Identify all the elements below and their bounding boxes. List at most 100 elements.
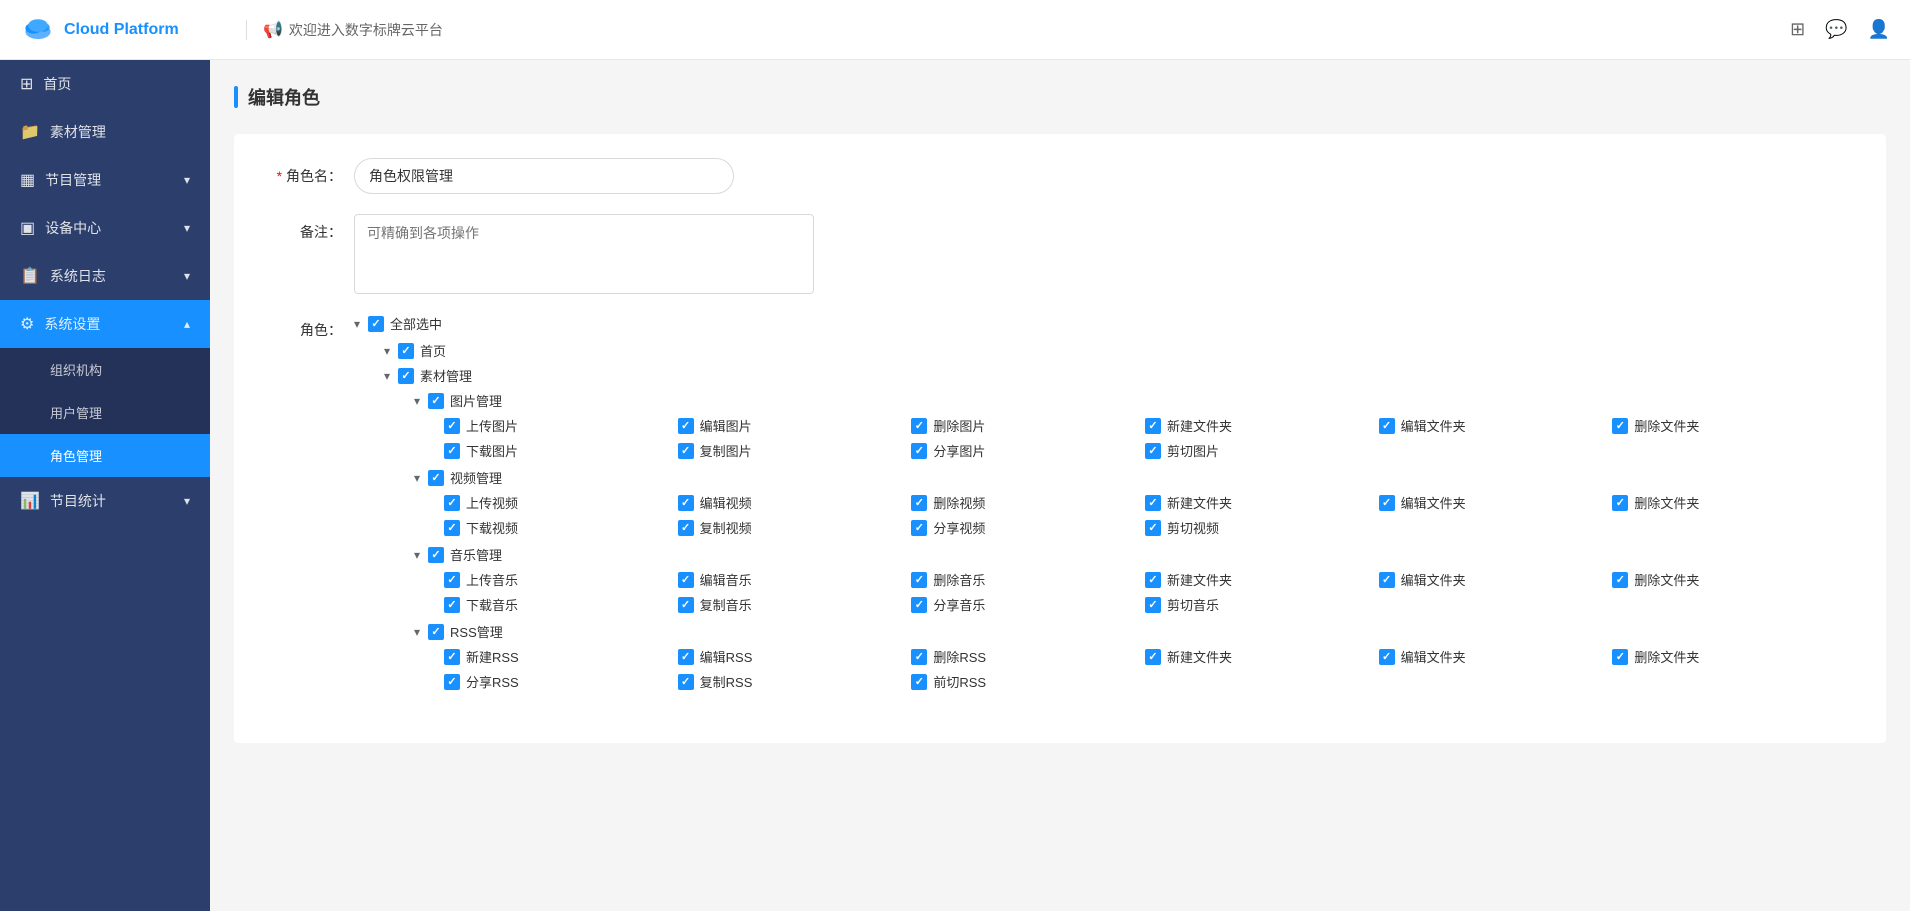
perm-delete-music[interactable]: 删除音乐 <box>911 570 1145 589</box>
role-name-input[interactable] <box>354 158 734 194</box>
perm-share-music[interactable]: 分享音乐 <box>911 595 1145 614</box>
perm-cut-image[interactable]: 剪切图片 <box>1145 441 1379 460</box>
page-header: 编辑角色 <box>234 84 1886 110</box>
stats-chevron: ▾ <box>184 494 190 508</box>
perm-download-music[interactable]: 下载音乐 <box>444 595 678 614</box>
perm-cut-video[interactable]: 剪切视频 <box>1145 518 1379 537</box>
images-chevron[interactable]: ▾ <box>414 394 420 408</box>
sidebar-item-home[interactable]: ⊞ 首页 <box>0 60 210 108</box>
header: Cloud Platform 📢 欢迎进入数字标牌云平台 ⊞ 💬 👤 <box>0 0 1910 60</box>
videos-box <box>428 470 444 486</box>
perm-delete-rss[interactable]: 删除RSS <box>911 647 1145 666</box>
perm-edit-folder-rss[interactable]: 编辑文件夹 <box>1379 647 1613 666</box>
music-header: ▾ 音乐管理 <box>414 545 1846 564</box>
programs-chevron: ▾ <box>184 173 190 187</box>
settings-chevron: ▴ <box>184 317 190 331</box>
assets-module-label: 素材管理 <box>420 366 472 385</box>
videos-chevron[interactable]: ▾ <box>414 471 420 485</box>
sidebar-sub-users[interactable]: 用户管理 <box>0 391 210 434</box>
header-welcome: 📢 欢迎进入数字标牌云平台 <box>263 20 443 40</box>
perm-copy-rss[interactable]: 复制RSS <box>678 672 912 691</box>
select-all-checkbox[interactable]: 全部选中 <box>368 314 442 333</box>
perm-new-folder-video[interactable]: 新建文件夹 <box>1145 493 1379 512</box>
sidebar-sub-org[interactable]: 组织机构 <box>0 348 210 391</box>
remark-label: 备注： <box>274 214 354 242</box>
perm-share-image[interactable]: 分享图片 <box>911 441 1145 460</box>
perm-cut-music[interactable]: 剪切音乐 <box>1145 595 1379 614</box>
music-box <box>428 547 444 563</box>
perm-new-folder-image[interactable]: 新建文件夹 <box>1145 416 1379 435</box>
sidebar-item-programs-label: 节目管理 <box>45 170 101 190</box>
assets-module-box <box>398 368 414 384</box>
sidebar-item-assets[interactable]: 📁 素材管理 <box>0 108 210 156</box>
perm-edit-folder-music[interactable]: 编辑文件夹 <box>1379 570 1613 589</box>
sidebar-item-logs[interactable]: 📋 系统日志 ▾ <box>0 252 210 300</box>
perm-copy-image[interactable]: 复制图片 <box>678 441 912 460</box>
header-divider <box>246 20 247 40</box>
select-all-chevron[interactable]: ▾ <box>354 317 360 331</box>
sidebar-sub-roles-label: 角色管理 <box>50 449 102 464</box>
remark-textarea[interactable] <box>354 214 814 294</box>
sidebar-item-settings-label: 系统设置 <box>44 314 100 334</box>
videos-checkbox[interactable]: 视频管理 <box>428 468 502 487</box>
videos-perms: 上传视频 编辑视频 删除视频 新建文件夹 编辑文件夹 删除文件夹 下载视频 复制… <box>444 493 1846 537</box>
sidebar-item-logs-label: 系统日志 <box>50 266 106 286</box>
permissions-label: 角色： <box>274 314 354 340</box>
perm-edit-folder-image[interactable]: 编辑文件夹 <box>1379 416 1613 435</box>
sidebar-sub-roles[interactable]: 角色管理 <box>0 434 210 477</box>
grid-action-icon[interactable]: ⊞ <box>1790 19 1805 40</box>
rss-checkbox[interactable]: RSS管理 <box>428 622 503 641</box>
perm-cut-rss[interactable]: 前切RSS <box>911 672 1145 691</box>
perm-delete-folder-image[interactable]: 删除文件夹 <box>1612 416 1846 435</box>
music-chevron[interactable]: ▾ <box>414 548 420 562</box>
user-profile-icon[interactable]: 👤 <box>1868 19 1890 40</box>
perm-download-video[interactable]: 下载视频 <box>444 518 678 537</box>
perm-download-image[interactable]: 下载图片 <box>444 441 678 460</box>
perm-delete-folder-music[interactable]: 删除文件夹 <box>1612 570 1846 589</box>
sidebar-sub-org-label: 组织机构 <box>50 363 102 378</box>
rss-chevron[interactable]: ▾ <box>414 625 420 639</box>
home-module-chevron[interactable]: ▾ <box>384 344 390 358</box>
assets-module-chevron[interactable]: ▾ <box>384 369 390 383</box>
logo-icon <box>20 12 56 48</box>
images-perms-row1: 上传图片 编辑图片 删除图片 新建文件夹 编辑文件夹 删除文件夹 下载图片 复制… <box>444 416 1846 460</box>
home-icon: ⊞ <box>20 74 33 94</box>
perm-share-rss[interactable]: 分享RSS <box>444 672 678 691</box>
perm-edit-music[interactable]: 编辑音乐 <box>678 570 912 589</box>
perm-edit-video[interactable]: 编辑视频 <box>678 493 912 512</box>
rss-header: ▾ RSS管理 <box>414 622 1846 641</box>
perm-upload-video[interactable]: 上传视频 <box>444 493 678 512</box>
perm-edit-folder-video[interactable]: 编辑文件夹 <box>1379 493 1613 512</box>
perm-edit-image[interactable]: 编辑图片 <box>678 416 912 435</box>
sidebar-item-settings[interactable]: ⚙ 系统设置 ▴ <box>0 300 210 348</box>
select-all-box <box>368 316 384 332</box>
perm-copy-video[interactable]: 复制视频 <box>678 518 912 537</box>
perm-edit-rss[interactable]: 编辑RSS <box>678 647 912 666</box>
home-module-checkbox[interactable]: 首页 <box>398 341 446 360</box>
perm-delete-video[interactable]: 删除视频 <box>911 493 1145 512</box>
perm-new-folder-rss[interactable]: 新建文件夹 <box>1145 647 1379 666</box>
layout: ⊞ 首页 📁 素材管理 ▦ 节目管理 ▾ ▣ 设备中心 ▾ 📋 系统日志 ▾ ⚙… <box>0 60 1910 911</box>
sidebar-item-stats[interactable]: 📊 节目统计 ▾ <box>0 477 210 525</box>
devices-chevron: ▾ <box>184 221 190 235</box>
images-checkbox[interactable]: 图片管理 <box>428 391 502 410</box>
perm-copy-music[interactable]: 复制音乐 <box>678 595 912 614</box>
sidebar-item-devices-label: 设备中心 <box>45 218 101 238</box>
logs-chevron: ▾ <box>184 269 190 283</box>
sidebar-item-devices[interactable]: ▣ 设备中心 ▾ <box>0 204 210 252</box>
perm-new-rss[interactable]: 新建RSS <box>444 647 678 666</box>
images-box <box>428 393 444 409</box>
home-module-box <box>398 343 414 359</box>
perm-delete-image[interactable]: 删除图片 <box>911 416 1145 435</box>
music-checkbox[interactable]: 音乐管理 <box>428 545 502 564</box>
perm-delete-folder-rss[interactable]: 删除文件夹 <box>1612 647 1846 666</box>
assets-module-checkbox[interactable]: 素材管理 <box>398 366 472 385</box>
sidebar-item-programs[interactable]: ▦ 节目管理 ▾ <box>0 156 210 204</box>
perm-upload-music[interactable]: 上传音乐 <box>444 570 678 589</box>
perm-share-video[interactable]: 分享视频 <box>911 518 1145 537</box>
perm-delete-folder-video[interactable]: 删除文件夹 <box>1612 493 1846 512</box>
perm-upload-image[interactable]: 上传图片 <box>444 416 678 435</box>
message-icon[interactable]: 💬 <box>1825 19 1847 40</box>
remark-row: 备注： <box>274 214 1846 294</box>
perm-new-folder-music[interactable]: 新建文件夹 <box>1145 570 1379 589</box>
